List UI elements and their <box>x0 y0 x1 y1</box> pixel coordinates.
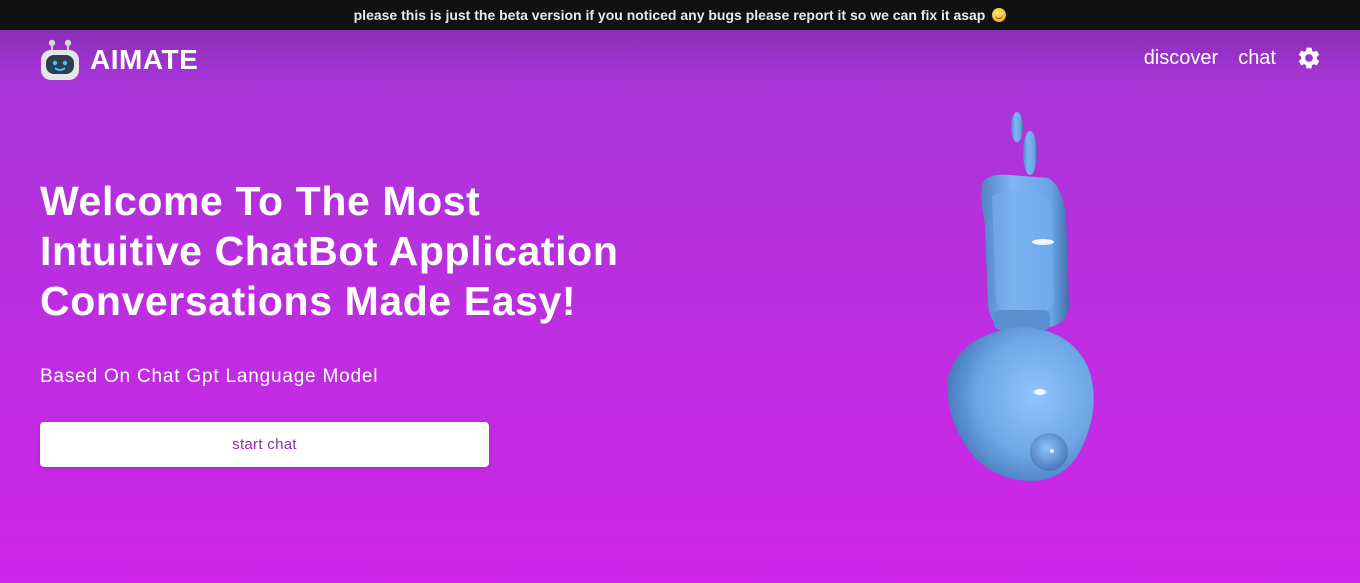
navbar: AIMATE discover chat <box>0 30 1360 100</box>
gear-icon[interactable] <box>1296 45 1322 71</box>
robot-logo-icon <box>41 39 79 80</box>
robot-3d-model <box>947 112 1094 482</box>
beta-banner: please this is just the beta version if … <box>0 0 1360 30</box>
hero-title-line-2: Intuitive ChatBot Application <box>40 228 619 274</box>
nav-links: discover chat <box>1144 44 1322 72</box>
brand-name: AIMATE <box>90 44 199 75</box>
hero-subtitle: Based On Chat Gpt Language Model <box>40 366 379 387</box>
smiling-face-icon <box>992 8 1007 22</box>
brand[interactable]: AIMATE <box>40 38 198 82</box>
nav-link-chat[interactable]: chat <box>1238 47 1276 70</box>
start-chat-button[interactable]: start chat <box>40 422 489 467</box>
hero-title: Welcome To The Most Intuitive ChatBot Ap… <box>40 176 680 326</box>
nav-link-discover[interactable]: discover <box>1144 47 1218 70</box>
hero-title-line-3: Conversations Made Easy! <box>40 278 577 324</box>
hero-title-line-1: Welcome To The Most <box>40 178 481 224</box>
beta-banner-text: please this is just the beta version if … <box>353 7 986 23</box>
